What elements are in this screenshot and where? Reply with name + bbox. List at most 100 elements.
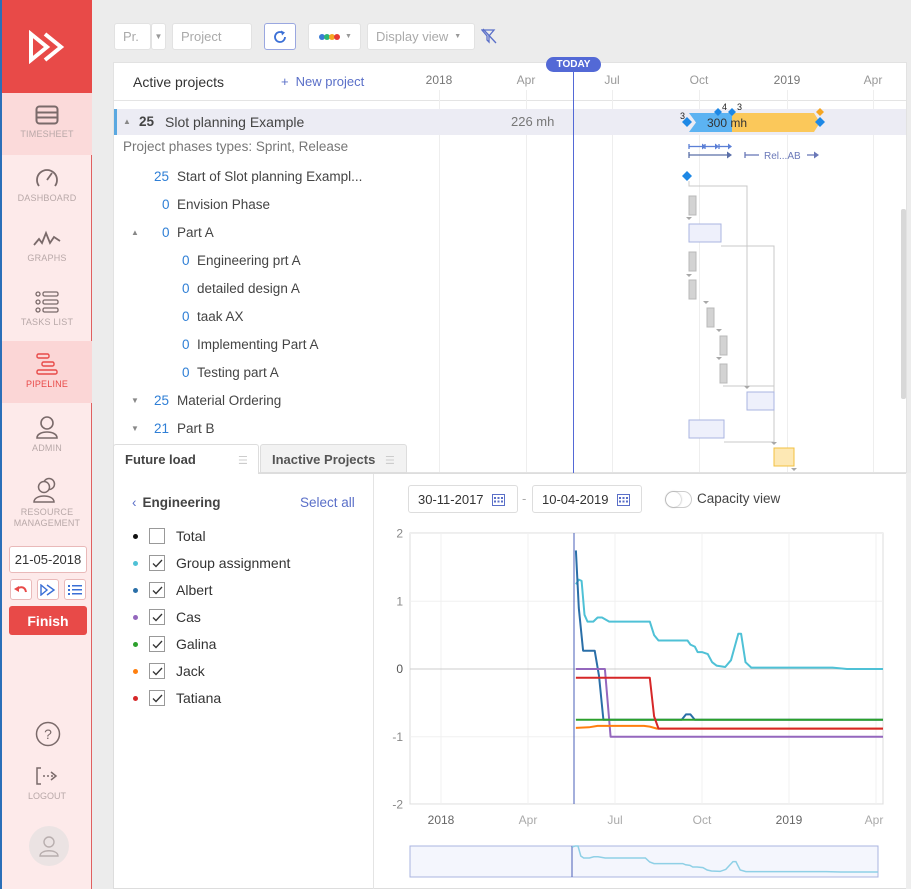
toggle-knob <box>666 492 681 507</box>
y-tick-label: -1 <box>392 730 403 744</box>
phase-bar <box>688 419 725 439</box>
sidebar-item-label: TIMESHEET <box>20 129 74 139</box>
menu-icon[interactable]: ☰ <box>385 454 395 467</box>
graph-line-icon <box>33 230 61 246</box>
task-bar <box>688 195 697 216</box>
task-bar <box>719 335 728 356</box>
tab-label: Future load <box>125 452 196 467</box>
logout-label: LOGOUT <box>27 791 66 801</box>
dependency-arrow-icon <box>771 442 777 445</box>
fast-forward-icon <box>40 583 56 596</box>
fast-forward-button[interactable] <box>37 579 59 600</box>
project-search-input[interactable]: Project <box>172 23 252 50</box>
avatar[interactable] <box>29 826 69 866</box>
sidebar-item-dashboard[interactable]: DASHBOARD <box>2 155 92 217</box>
dependency-arrow-icon <box>703 301 709 304</box>
clear-filter-button[interactable] <box>480 28 497 49</box>
capacity-view-toggle[interactable] <box>665 491 692 508</box>
phase-bar <box>746 391 775 411</box>
tab-label: Inactive Projects <box>272 452 376 467</box>
sidebar-item-pipeline[interactable]: PIPELINE <box>2 341 92 403</box>
sidebar-item-timesheet[interactable]: TIMESHEET <box>2 93 92 155</box>
logout-button[interactable]: LOGOUT <box>2 766 92 801</box>
dependency-line <box>688 181 748 386</box>
caret-down-icon: ▼ <box>345 33 352 40</box>
finish-button[interactable]: Finish <box>9 606 87 635</box>
app-root: TIMESHEET DASHBOARD GRAPHS TASKS LIST PI… <box>0 0 911 889</box>
sidebar-item-resource-management[interactable]: RESOURCE MANAGEMENT <box>2 465 92 535</box>
sidebar-item-label: GRAPHS <box>27 253 67 263</box>
milestone-count: 3 <box>737 102 742 112</box>
tab-future-load[interactable]: Future load ☰ <box>113 444 259 474</box>
refresh-button[interactable] <box>264 23 296 50</box>
milestone-count: 4 <box>722 102 727 112</box>
dependency-arrow-icon <box>716 329 722 332</box>
y-tick-label: 2 <box>396 527 403 541</box>
list-view-button[interactable] <box>64 579 86 600</box>
x-tick-label: Jul <box>607 813 622 827</box>
pipeline-icon <box>36 353 58 375</box>
sidebar-item-label: RESOURCE MANAGEMENT <box>13 507 81 528</box>
filter-off-icon <box>480 28 497 44</box>
milestone-count: 3 <box>680 111 685 121</box>
today-line <box>573 70 574 473</box>
prefix-placeholder: Pr. <box>123 29 139 44</box>
date-separator: - <box>522 491 527 506</box>
capacity-view-label: Capacity view <box>697 491 781 506</box>
y-tick-label: -2 <box>392 798 403 812</box>
date-from-value: 30-11-2017 <box>418 491 484 507</box>
sidebar-item-tasks-list[interactable]: TASKS LIST <box>2 279 92 341</box>
sidebar-item-label: DASHBOARD <box>17 193 77 203</box>
task-bar <box>719 363 728 384</box>
pipeline-scrollbar[interactable] <box>901 209 906 399</box>
bottom-scrollbar[interactable] <box>906 473 911 889</box>
future-load-panel: ‹ Engineering Select all Total Group assig… <box>113 473 911 889</box>
prefix-dropdown-toggle[interactable]: ▼ <box>151 23 166 50</box>
svg-text:?: ? <box>44 726 52 742</box>
undo-button[interactable] <box>10 579 32 600</box>
color-dot <box>334 33 340 40</box>
arrow-head-icon <box>814 151 819 159</box>
list-icon <box>68 584 82 595</box>
prefix-select[interactable]: Pr. <box>114 23 151 50</box>
sidebar-item-graphs[interactable]: GRAPHS <box>2 217 92 279</box>
caret-down-icon: ▼ <box>454 33 462 40</box>
dependency-arrow-icon <box>686 274 692 277</box>
current-date-field[interactable]: 21-05-2018 <box>9 546 87 573</box>
date-from-input[interactable]: 30-11-2017 <box>408 485 518 513</box>
tab-inactive-projects[interactable]: Inactive Projects ☰ <box>260 444 407 473</box>
pipeline-panel: Active projects + New project 2018 Apr Ju… <box>113 62 907 473</box>
sidebar-item-label: ADMIN <box>32 443 62 453</box>
milestone-diamond <box>816 108 824 116</box>
logo[interactable] <box>2 0 92 93</box>
phase-bar <box>688 223 722 243</box>
caret-down-icon: ▼ <box>154 32 163 41</box>
user-icon <box>36 416 58 439</box>
phase-bar-pending <box>773 447 795 467</box>
help-button[interactable]: ? <box>35 721 61 752</box>
sidebar-item-label: TASKS LIST <box>20 317 74 327</box>
y-tick-label: 0 <box>396 662 403 676</box>
start-milestone-diamond <box>682 171 692 181</box>
today-badge: TODAY <box>546 57 601 72</box>
date-to-input[interactable]: 10-04-2019 <box>532 485 642 513</box>
task-bar <box>706 307 715 328</box>
arrow-head-icon <box>728 143 732 150</box>
task-bar <box>688 251 697 272</box>
arrow-head-icon <box>727 151 732 159</box>
question-circle-icon: ? <box>35 721 61 747</box>
logout-icon <box>36 767 58 785</box>
task-bar <box>688 279 697 300</box>
display-view-label: Display view <box>376 29 449 44</box>
fast-forward-logo-icon <box>29 29 65 64</box>
project-bar-label: 300 mh <box>707 116 747 130</box>
x-tick-label: Oct <box>693 813 712 827</box>
calendar-icon <box>491 493 505 506</box>
color-dots-icon <box>319 33 340 40</box>
users-icon <box>33 477 56 503</box>
menu-icon[interactable]: ☰ <box>238 454 248 467</box>
dependency-arrow-icon <box>791 468 797 471</box>
sidebar-item-admin[interactable]: ADMIN <box>2 403 92 465</box>
color-filter-dropdown[interactable]: ▼ <box>308 23 361 50</box>
display-view-dropdown[interactable]: Display view ▼ <box>367 23 475 50</box>
